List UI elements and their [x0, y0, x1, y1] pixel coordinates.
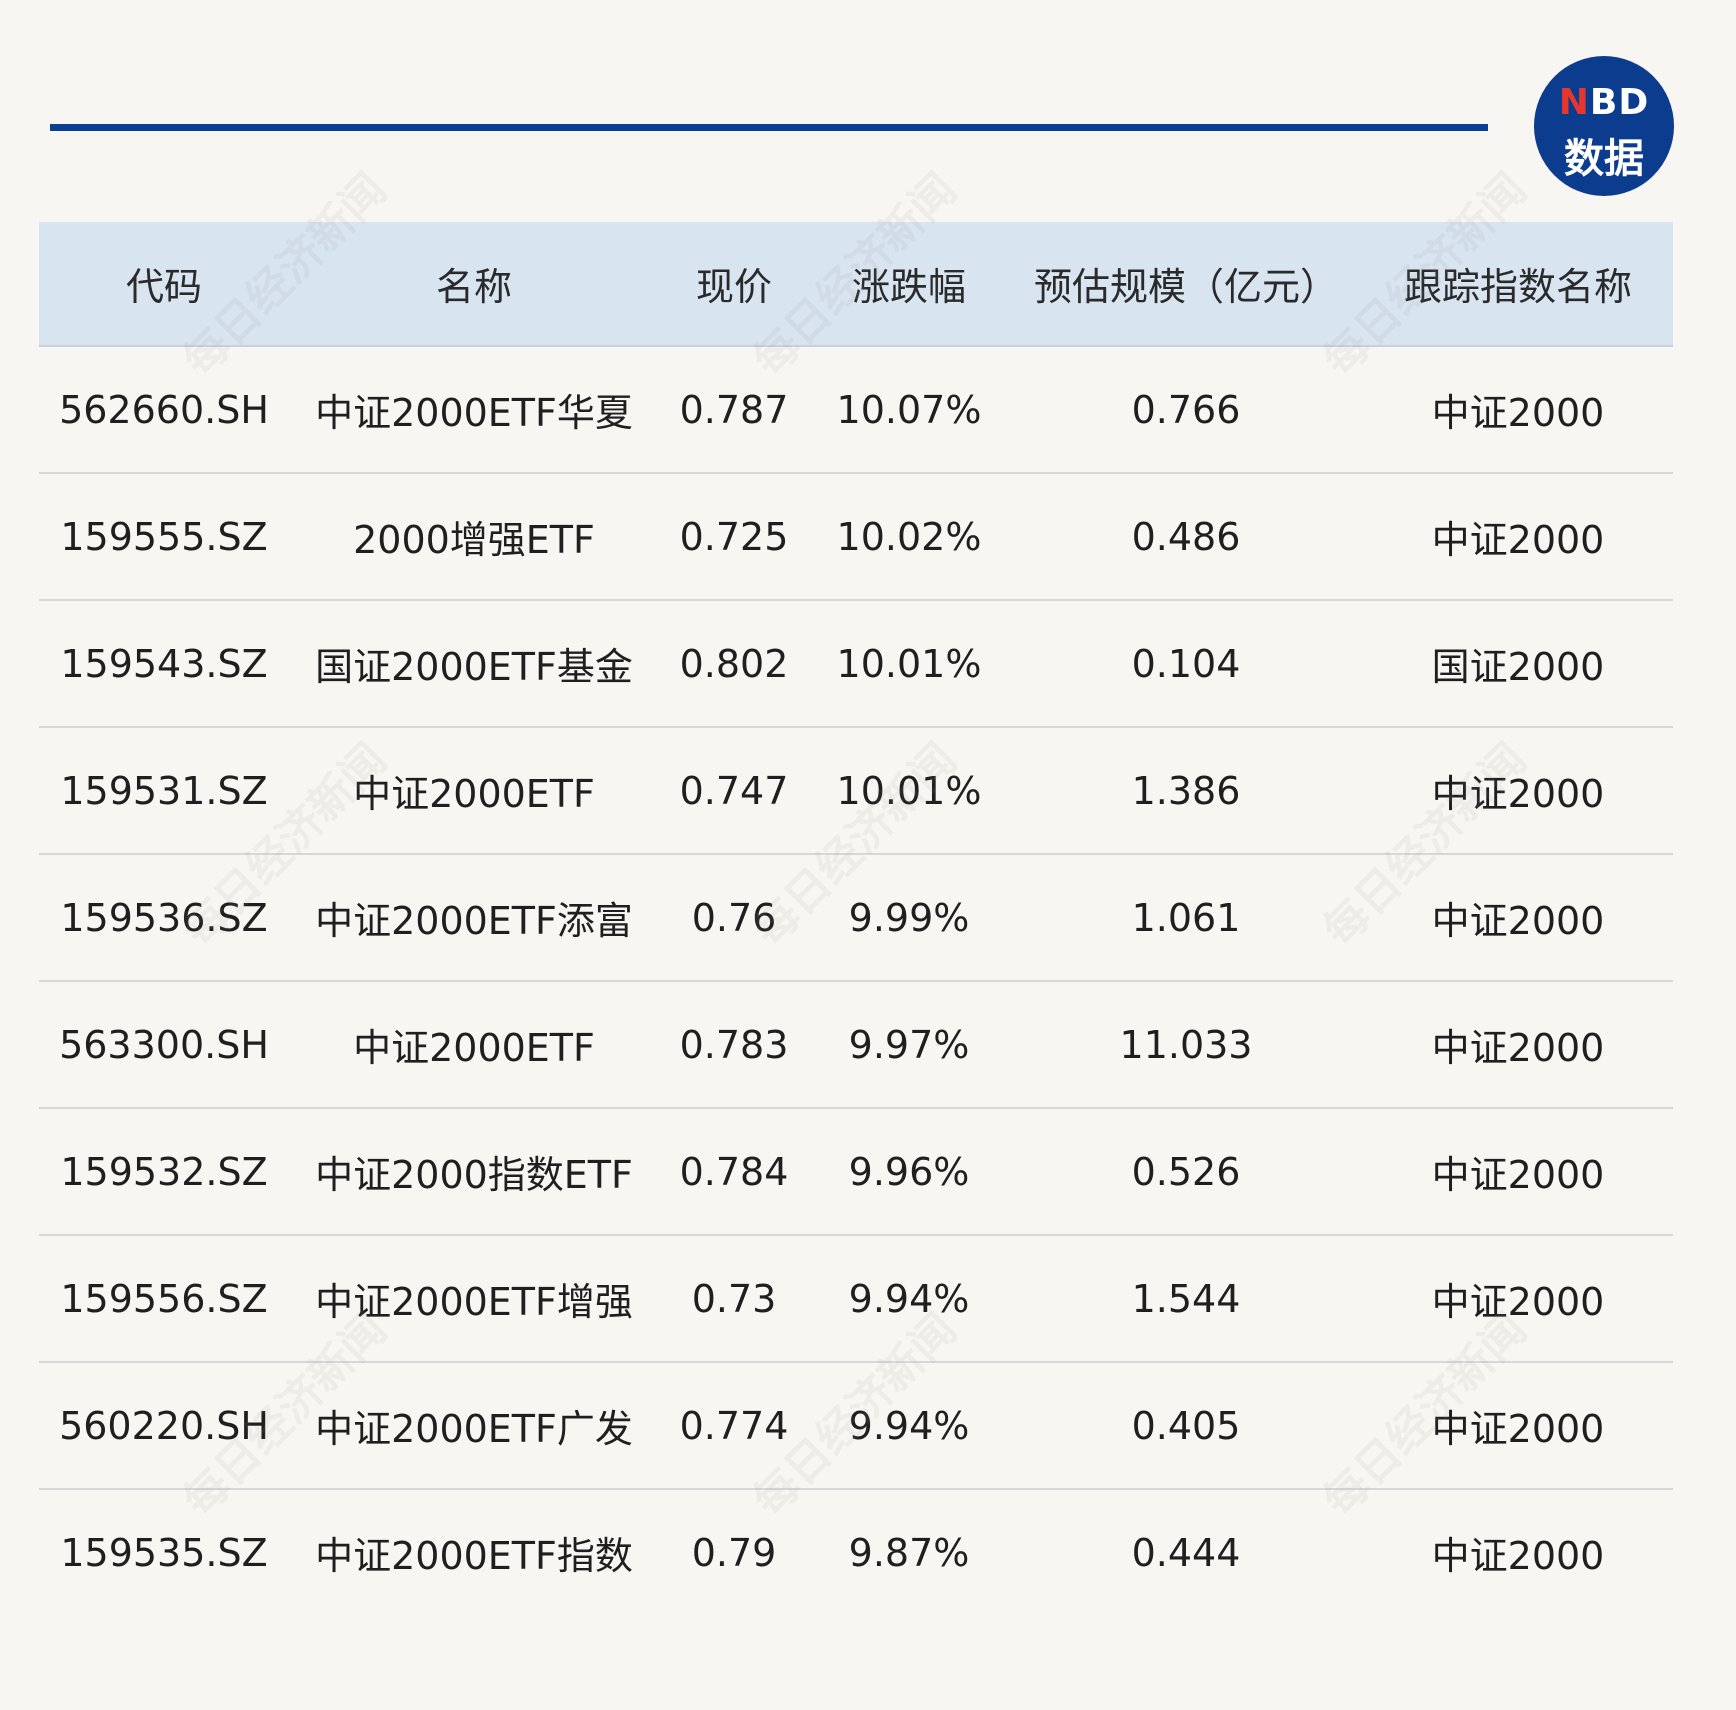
cell-code: 563300.SH: [59, 1022, 269, 1067]
table-row: 159543.SZ 国证2000ETF基金 0.802 10.01% 0.104 国证20…: [39, 601, 1673, 728]
cell-price: 0.774: [679, 1403, 789, 1448]
cell-index: 中证2000: [1431, 1026, 1605, 1070]
cell-index: 中证2000: [1431, 1153, 1605, 1197]
cell-change: 10.01%: [836, 768, 982, 813]
cell-price: 0.747: [679, 768, 789, 813]
table-row: 562660.SH 中证2000ETF华夏 0.787 10.07% 0.766 中证20…: [39, 347, 1673, 474]
cell-name: 国证2000ETF基金: [315, 645, 633, 689]
cell-price: 0.76: [691, 895, 777, 940]
cell-price: 0.784: [679, 1149, 789, 1194]
cell-change: 9.96%: [848, 1149, 970, 1194]
cell-scale: 0.526: [1131, 1149, 1241, 1194]
cell-name: 中证2000ETF添富: [315, 899, 633, 943]
cell-name: 中证2000ETF华夏: [315, 391, 633, 435]
col-header-price: 现价: [695, 265, 772, 309]
table-row: 560220.SH 中证2000ETF广发 0.774 9.94% 0.405 中证200…: [39, 1363, 1673, 1490]
cell-scale: 0.405: [1131, 1403, 1241, 1448]
col-header-change: 涨跌幅: [851, 265, 966, 309]
cell-name: 中证2000指数ETF: [315, 1153, 633, 1197]
cell-name: 中证2000ETF: [353, 772, 595, 816]
col-header-scale: 预估规模（亿元）: [1033, 265, 1338, 309]
cell-index: 中证2000: [1431, 1280, 1605, 1324]
cell-scale: 0.104: [1131, 641, 1241, 686]
col-header-name: 名称: [435, 265, 512, 309]
cell-code: 159531.SZ: [60, 768, 268, 813]
cell-name: 中证2000ETF: [353, 1026, 595, 1070]
nbd-data-logo: NBD 数据: [1534, 56, 1674, 196]
cell-change: 10.01%: [836, 641, 982, 686]
cell-price: 0.725: [679, 514, 789, 559]
etf-table: 代码 名称 现价 涨跌幅 预估规模（亿元） 跟踪指数名称 562660.SH 中证…: [39, 222, 1673, 1615]
cell-index: 中证2000: [1431, 1407, 1605, 1451]
cell-change: 10.02%: [836, 514, 982, 559]
cell-name: 2000增强ETF: [353, 518, 595, 562]
table-body: 562660.SH 中证2000ETF华夏 0.787 10.07% 0.766 中证20…: [39, 347, 1673, 1615]
col-header-code: 代码: [125, 265, 202, 309]
cell-index: 中证2000: [1431, 1534, 1605, 1578]
cell-code: 159536.SZ: [60, 895, 268, 940]
cell-scale: 0.444: [1131, 1530, 1241, 1575]
cell-code: 159556.SZ: [60, 1276, 268, 1321]
table-row: 159531.SZ 中证2000ETF 0.747 10.01% 1.386 中证2000: [39, 728, 1673, 855]
cell-code: 562660.SH: [59, 387, 269, 432]
col-header-index: 跟踪指数名称: [1403, 265, 1632, 309]
table-row: 159556.SZ 中证2000ETF增强 0.73 9.94% 1.544 中证2000: [39, 1236, 1673, 1363]
cell-index: 中证2000: [1431, 518, 1605, 562]
table-header: 代码 名称 现价 涨跌幅 预估规模（亿元） 跟踪指数名称: [39, 222, 1673, 347]
cell-scale: 1.386: [1131, 768, 1241, 813]
logo-letter-n: N: [1558, 82, 1590, 123]
cell-price: 0.79: [691, 1530, 777, 1575]
cell-scale: 0.486: [1131, 514, 1241, 559]
logo-line2: 数据: [1564, 136, 1644, 182]
table-row: 159535.SZ 中证2000ETF指数 0.79 9.87% 0.444 中证2000: [39, 1490, 1673, 1615]
table-row: 159555.SZ 2000增强ETF 0.725 10.02% 0.486 中证2000: [39, 474, 1673, 601]
cell-scale: 11.033: [1119, 1022, 1253, 1067]
cell-price: 0.783: [679, 1022, 789, 1067]
cell-change: 9.87%: [848, 1530, 970, 1575]
cell-index: 国证2000: [1431, 645, 1605, 689]
cell-code: 560220.SH: [59, 1403, 269, 1448]
logo-letters-bd: BD: [1589, 82, 1650, 123]
cell-index: 中证2000: [1431, 772, 1605, 816]
cell-scale: 1.544: [1131, 1276, 1241, 1321]
cell-change: 9.99%: [848, 895, 970, 940]
cell-change: 9.94%: [848, 1276, 970, 1321]
cell-change: 10.07%: [836, 387, 982, 432]
cell-change: 9.94%: [848, 1403, 970, 1448]
table-row: 563300.SH 中证2000ETF 0.783 9.97% 11.033 中证2000: [39, 982, 1673, 1109]
top-divider-rule: [50, 124, 1488, 131]
cell-index: 中证2000: [1431, 391, 1605, 435]
cell-code: 159555.SZ: [60, 514, 268, 559]
cell-price: 0.787: [679, 387, 789, 432]
cell-name: 中证2000ETF广发: [315, 1407, 633, 1451]
cell-scale: 0.766: [1131, 387, 1241, 432]
cell-scale: 1.061: [1131, 895, 1241, 940]
cell-code: 159535.SZ: [60, 1530, 268, 1575]
table-row: 159536.SZ 中证2000ETF添富 0.76 9.99% 1.061 中证2000: [39, 855, 1673, 982]
cell-price: 0.802: [679, 641, 789, 686]
cell-name: 中证2000ETF指数: [315, 1534, 633, 1578]
cell-change: 9.97%: [848, 1022, 970, 1067]
cell-code: 159543.SZ: [60, 641, 268, 686]
cell-name: 中证2000ETF增强: [315, 1280, 633, 1324]
cell-code: 159532.SZ: [60, 1149, 268, 1194]
table-row: 159532.SZ 中证2000指数ETF 0.784 9.96% 0.526 中证200…: [39, 1109, 1673, 1236]
cell-price: 0.73: [691, 1276, 777, 1321]
cell-index: 中证2000: [1431, 899, 1605, 943]
